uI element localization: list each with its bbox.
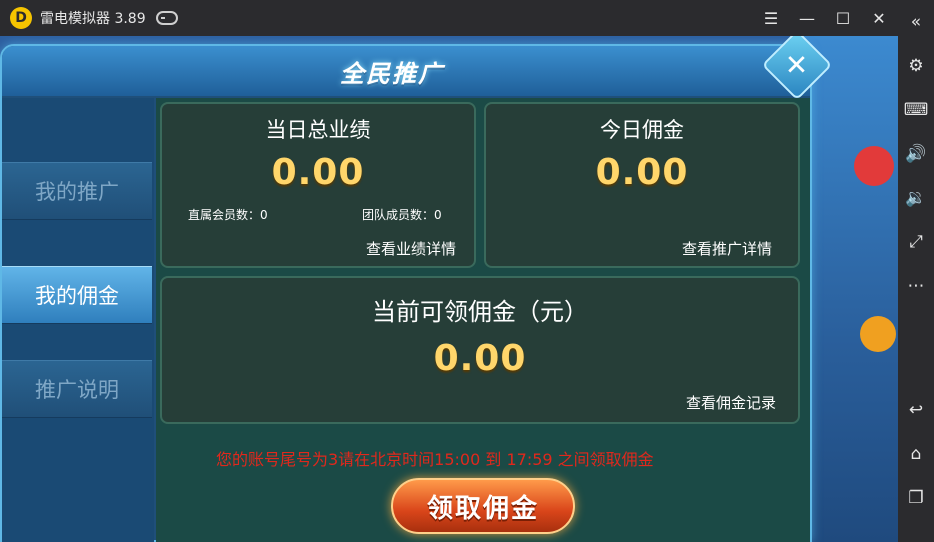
claim-commission-button[interactable]: 领取佣金 bbox=[391, 478, 575, 534]
volume-up-icon[interactable]: 🔊 bbox=[898, 132, 934, 176]
recents-icon[interactable]: ❐ bbox=[898, 476, 934, 520]
fullscreen-icon[interactable]: ⤢ bbox=[898, 220, 934, 264]
direct-members-count: 直属会员数：0 bbox=[188, 208, 268, 222]
view-commission-records-link[interactable]: 查看佣金记录 bbox=[686, 392, 776, 413]
gamepad-icon[interactable] bbox=[155, 11, 178, 25]
team-members-count: 团队成员数：0 bbox=[362, 208, 442, 222]
back-icon[interactable]: ↩ bbox=[898, 388, 934, 432]
emulator-titlebar: D 雷电模拟器 3.89 ☰ — ☐ ✕ bbox=[0, 0, 898, 36]
view-promotion-details-link[interactable]: 查看推广详情 bbox=[682, 238, 772, 259]
home-icon[interactable]: ⌂ bbox=[898, 432, 934, 476]
maximize-icon[interactable]: ☐ bbox=[834, 9, 852, 28]
leidian-logo-icon: D bbox=[10, 7, 32, 29]
menu-icon[interactable]: ☰ bbox=[762, 9, 780, 28]
tab-my-commission[interactable]: 我的佣金 bbox=[2, 266, 152, 324]
claimable-commission-amount: 0.00 bbox=[433, 338, 527, 379]
claimable-commission-card: 当前可领佣金（元） 0.00 查看佣金记录 bbox=[160, 276, 800, 424]
game-viewport: 全民推广 我的推广 我的佣金 推广说明 当日总业绩 0.00 直属会员数：0 团… bbox=[0, 36, 898, 542]
keyboard-icon[interactable]: ⌨ bbox=[898, 88, 934, 132]
dialog-title: 全民推广 bbox=[340, 60, 444, 88]
promotion-dialog: 全民推广 我的推广 我的佣金 推广说明 当日总业绩 0.00 直属会员数：0 团… bbox=[0, 44, 812, 542]
tab-promotion-rules[interactable]: 推广说明 bbox=[2, 360, 152, 418]
emulator-side-toolbar: « ⚙ ⌨ 🔊 🔉 ⤢ ⋯ ↩ ⌂ ❐ bbox=[898, 0, 934, 542]
today-commission-card: 今日佣金 0.00 查看推广详情 bbox=[484, 102, 800, 268]
collapse-icon[interactable]: « bbox=[898, 0, 934, 44]
tab-my-promotion[interactable]: 我的推广 bbox=[2, 162, 152, 220]
view-performance-details-link[interactable]: 查看业绩详情 bbox=[366, 238, 456, 259]
claimable-commission-title: 当前可领佣金（元） bbox=[372, 298, 588, 326]
close-icon[interactable]: ✕ bbox=[870, 9, 888, 28]
volume-down-icon[interactable]: 🔉 bbox=[898, 176, 934, 220]
performance-card: 当日总业绩 0.00 直属会员数：0 团队成员数：0 查看业绩详情 bbox=[160, 102, 476, 268]
more-icon[interactable]: ⋯ bbox=[898, 264, 934, 308]
today-commission-title: 今日佣金 bbox=[600, 118, 684, 142]
close-x-icon: ✕ bbox=[785, 48, 809, 82]
recommend-badge-icon bbox=[860, 316, 896, 352]
commission-panel: 当日总业绩 0.00 直属会员数：0 团队成员数：0 查看业绩详情 今日佣金 0… bbox=[156, 98, 810, 542]
claim-time-notice: 您的账号尾号为3请在北京时间15:00 到 17:59 之间领取佣金 bbox=[216, 450, 654, 469]
performance-title: 当日总业绩 bbox=[265, 118, 371, 142]
today-commission-amount: 0.00 bbox=[595, 152, 689, 193]
gear-icon[interactable]: ⚙ bbox=[898, 44, 934, 88]
game-background-right bbox=[798, 36, 898, 542]
tab-list: 我的推广 我的佣金 推广说明 bbox=[2, 98, 154, 542]
minimize-icon[interactable]: — bbox=[798, 9, 816, 28]
performance-amount: 0.00 bbox=[271, 152, 365, 193]
app-title: 雷电模拟器 3.89 bbox=[40, 11, 146, 27]
hot-badge-icon bbox=[854, 146, 894, 186]
